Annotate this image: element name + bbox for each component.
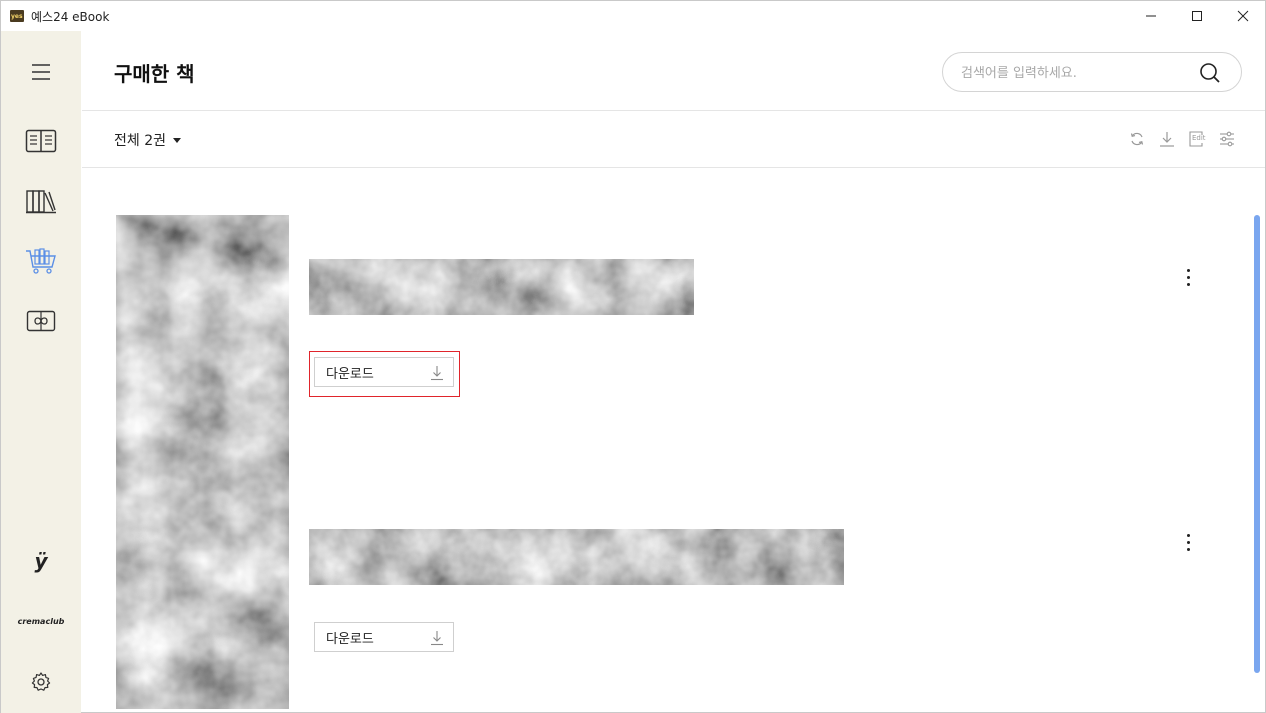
sidebar-menu-button[interactable] [1,47,81,97]
search-button[interactable] [1198,61,1222,85]
book-count-label: 전체 2권 [114,133,166,149]
svg-text:yes: yes [11,13,23,20]
edit-button[interactable]: Edit [1186,128,1208,150]
filter-settings-button[interactable] [1216,128,1238,150]
minimize-icon [1146,15,1156,17]
book-list: 다운로드 다운로드 [82,169,1265,713]
sidebar-item-yes24[interactable]: ÿ [1,536,81,586]
dot-icon [1186,282,1190,286]
book-title-image [309,259,694,315]
book-count-dropdown[interactable]: 전체 2권 [114,130,181,150]
sidebar-item-crema[interactable]: cremaclub [1,596,81,646]
dot-icon [1186,275,1190,279]
search-icon [1200,63,1220,83]
dot-icon [1186,540,1190,544]
app-window: yes 예스24 eBook ÿ cremaclub 구매한 책 검색어를 입력… [0,0,1266,713]
book-title-image [309,529,844,585]
sidebar-item-library[interactable] [1,176,81,226]
open-book-icon [25,129,57,153]
shopping-cart-icon [26,248,56,274]
close-icon [1237,10,1249,22]
app-logo-icon: yes [10,10,24,22]
sidebar-item-reading[interactable] [1,116,81,166]
search-input[interactable] [961,62,1191,84]
maximize-icon [1192,11,1202,21]
download-icon [431,631,443,646]
dot-icon [1186,533,1190,537]
title-bar: yes 예스24 eBook [1,1,1265,31]
sidebar-settings-button[interactable] [1,657,81,707]
page-header: 구매한 책 [82,31,1265,111]
vertical-scrollbar[interactable] [1254,215,1260,673]
minimize-button[interactable] [1128,1,1174,31]
download-all-button[interactable] [1156,128,1178,150]
settings-sliders-icon [1220,131,1234,147]
refresh-button[interactable] [1126,128,1148,150]
gear-icon [31,672,51,691]
sidebar: ÿ cremaclub [1,31,81,713]
book-cover-image[interactable] [116,215,289,709]
yes24-logo: ÿ [34,549,48,573]
search-box [942,52,1242,92]
download-label: 다운로드 [326,366,374,382]
dot-icon [1186,268,1190,272]
crema-logo: cremaclub [17,616,65,626]
bookshelf-icon [26,190,56,214]
sidebar-item-purchased[interactable] [1,236,81,286]
page-title: 구매한 책 [114,62,195,86]
more-options-button[interactable] [1178,263,1198,291]
infinity-book-icon [26,310,56,332]
hamburger-icon [32,64,50,80]
caret-down-icon [173,137,181,143]
window-title: 예스24 eBook [31,10,110,24]
refresh-icon [1130,132,1144,146]
edit-label: Edit [1192,134,1206,142]
download-icon [431,366,443,381]
filter-bar: 전체 2권 Edit [82,112,1265,168]
download-button[interactable]: 다운로드 [314,357,454,387]
download-button[interactable]: 다운로드 [314,622,454,652]
close-button[interactable] [1220,1,1266,31]
download-label: 다운로드 [326,631,374,647]
more-options-button[interactable] [1178,528,1198,556]
download-icon [1160,132,1174,147]
maximize-button[interactable] [1174,1,1220,31]
dot-icon [1186,547,1190,551]
sidebar-item-unlimited[interactable] [1,296,81,346]
